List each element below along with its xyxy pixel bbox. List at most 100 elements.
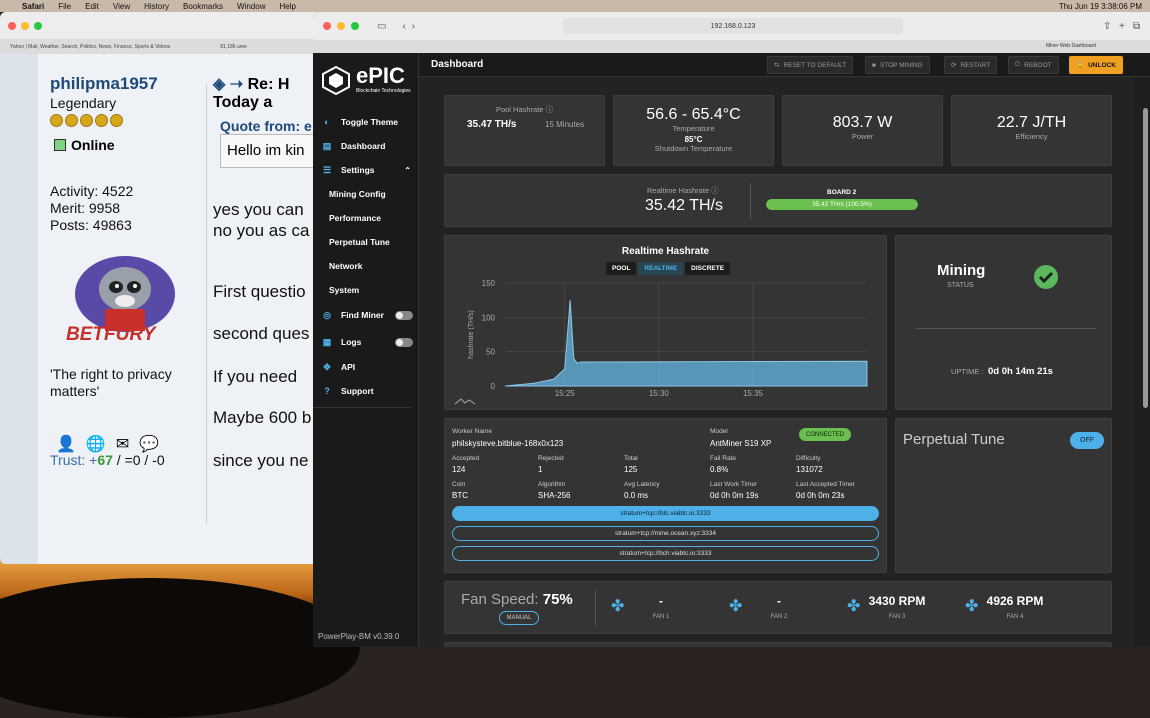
fan-mode-button[interactable]: MANUAL (499, 611, 539, 625)
forum-sidebar (0, 54, 38, 564)
reboot-button[interactable]: ⏻ REBOOT (1008, 56, 1059, 74)
efficiency-label: Efficiency (1015, 132, 1048, 141)
share-icon[interactable]: ⇪ (1103, 21, 1111, 32)
restart-button[interactable]: ⟳ RESTART (944, 56, 998, 74)
background-browser-window[interactable]: Yahoo | Mail, Weather, Search, Politics,… (0, 12, 330, 564)
pool-hashrate-card: Pool Hashrate ⓘ 35.47 TH/s 15 Minutes (444, 95, 605, 166)
worker-card: Worker Name philskysteve.bitblue-168x0x1… (444, 418, 887, 573)
pool-hashrate-window[interactable]: 15 Minutes (545, 120, 584, 129)
coin-label: Coin (452, 481, 466, 488)
menu-edit[interactable]: Edit (85, 2, 99, 11)
nav-system[interactable]: System (313, 279, 419, 301)
realtime-hashrate-card: Realtime Hashrate ⓘ 35.42 TH/s BOARD 2 3… (444, 174, 1112, 227)
menu-help[interactable]: Help (279, 2, 295, 11)
minimize-button[interactable] (337, 22, 345, 30)
nav-logs[interactable]: ▦ Logs (313, 331, 419, 353)
pool-url-1[interactable]: stratum+tcp://btc.viabtc.io:3333 (452, 506, 879, 521)
nav-api[interactable]: ✥ API (313, 356, 419, 378)
perpetual-tune-title: Perpetual Tune (903, 431, 1005, 448)
menu-bookmarks[interactable]: Bookmarks (183, 2, 223, 11)
perpetual-tune-toggle[interactable]: OFF (1070, 432, 1104, 449)
nav-settings[interactable]: ☰ Settings ⌃ (313, 159, 419, 181)
pool-url-2[interactable]: stratum+tcp://mine.ocean.xyz:3334 (452, 526, 879, 541)
tab-miner-dashboard[interactable]: Miner Web Dashboard (1046, 43, 1096, 49)
app-sidebar: ePIC Blockchain Technologies ◐ Toggle Them… (313, 53, 419, 647)
nav-mining-config[interactable]: Mining Config (313, 183, 419, 205)
y-tick-label: 50 (486, 348, 495, 357)
failrate-value: 0.8% (710, 465, 729, 474)
find-miner-toggle[interactable] (395, 310, 413, 320)
menu-window[interactable]: Window (237, 2, 265, 11)
zoom-button[interactable] (351, 22, 359, 30)
temperature-label: Temperature (672, 124, 715, 133)
forum-username[interactable]: philipma1957 (50, 74, 158, 94)
stop-icon: ■ (872, 61, 876, 69)
fan-4: ✤ 4926 RPM FAN 4 (965, 594, 1044, 620)
post-title[interactable]: ◈ ➝ Re: H (213, 74, 289, 94)
nav-support[interactable]: ? Support (313, 380, 419, 402)
profile-icons: 👤 🌐 ✉ 💬 (56, 434, 159, 454)
perpetual-tune-card: Perpetual Tune OFF (895, 418, 1112, 573)
merit-count: Merit: 9958 (50, 200, 121, 216)
fan-icon: ✤ (847, 598, 861, 615)
message-icon[interactable]: 💬 (139, 434, 159, 454)
app-menu[interactable]: Safari (22, 2, 44, 11)
y-tick-label: 100 (482, 313, 496, 322)
nav-dashboard[interactable]: ▤ Dashboard (313, 135, 419, 157)
forward-icon[interactable]: › (412, 21, 415, 32)
menu-history[interactable]: History (144, 2, 169, 11)
nav-performance[interactable]: Performance (313, 207, 419, 229)
pool-url-3[interactable]: stratum+tcp://bch.viabtc.io:3333 (452, 546, 879, 561)
nav-network[interactable]: Network (313, 255, 419, 277)
online-status: Online (54, 137, 115, 153)
tab-mail[interactable]: 81,186 unre (220, 44, 247, 50)
back-icon[interactable]: ‹ (402, 21, 405, 32)
profile-icon[interactable]: 👤 (56, 434, 76, 454)
post-line: second ques (213, 324, 310, 343)
fan-icon: ✤ (611, 598, 625, 615)
reset-to-default-button[interactable]: ⇆ RESET TO DEFAULT (767, 56, 854, 74)
mac-menubar: Safari File Edit View History Bookmarks … (0, 0, 1150, 12)
tab-yahoo[interactable]: Yahoo | Mail, Weather, Search, Politics,… (10, 44, 170, 50)
new-tab-icon[interactable]: + (1119, 21, 1125, 32)
hashrate-series-area (504, 300, 868, 387)
nav-toggle-theme[interactable]: ◐ Toggle Theme (313, 111, 419, 133)
fan-icon: ✤ (729, 598, 743, 615)
unlock-button[interactable]: 🔒 UNLOCK (1069, 56, 1123, 74)
check-circle-icon (1034, 265, 1058, 289)
accepted-label: Accepted (452, 455, 480, 462)
scrollbar[interactable] (1143, 108, 1148, 408)
last-accepted-label: Last Accepted Timer (796, 481, 855, 488)
y-tick-label: 0 (491, 382, 496, 391)
nav-perpetual-tune[interactable]: Perpetual Tune (313, 231, 419, 253)
miner-browser-window[interactable]: ▭ ‹ › 192.168.0.123 ⇪ + ⧉ Miner Web Dash… (313, 12, 1150, 647)
stop-mining-button[interactable]: ■ STOP MINING (865, 56, 930, 74)
total-value: 125 (624, 465, 638, 474)
close-button[interactable] (323, 22, 331, 30)
board-progress-bar: 35.42 TH/s (100.5%) (766, 199, 918, 210)
address-bar[interactable]: 192.168.0.123 (563, 18, 903, 34)
difficulty-value: 131072 (796, 465, 823, 474)
clock: Thu Jun 19 3:38:06 PM (1058, 1, 1142, 11)
sidebar-toggle-icon[interactable]: ▭ (377, 21, 386, 32)
fan-1: ✤ - FAN 1 (611, 594, 670, 620)
nav-find-miner[interactable]: ◎ Find Miner (313, 304, 419, 326)
menu-file[interactable]: File (58, 2, 71, 11)
chevron-up-icon: ⌃ (404, 165, 411, 175)
tab-overview-icon[interactable]: ⧉ (1133, 21, 1140, 32)
online-icon (54, 139, 66, 151)
menu-view[interactable]: View (113, 2, 130, 11)
top-bar: Dashboard ⇆ RESET TO DEFAULT ■ STOP MINING… (419, 53, 1150, 77)
shutdown-temp-value: 85°C (684, 135, 703, 144)
worker-name-label: Worker Name (452, 428, 492, 435)
uptime-value: 0d 0h 14m 21s (988, 366, 1053, 377)
model-label: Model (710, 428, 728, 435)
globe-icon[interactable]: 🌐 (86, 434, 106, 454)
connected-badge: CONNECTED (799, 428, 851, 441)
mail-icon[interactable]: ✉ (116, 434, 129, 454)
logs-toggle[interactable] (395, 337, 413, 347)
x-tick-label: 15:35 (743, 389, 764, 398)
sliders-icon: ☰ (322, 164, 332, 175)
betfury-logo: BETFURY (66, 324, 156, 345)
quote-from[interactable]: Quote from: e (220, 118, 312, 134)
